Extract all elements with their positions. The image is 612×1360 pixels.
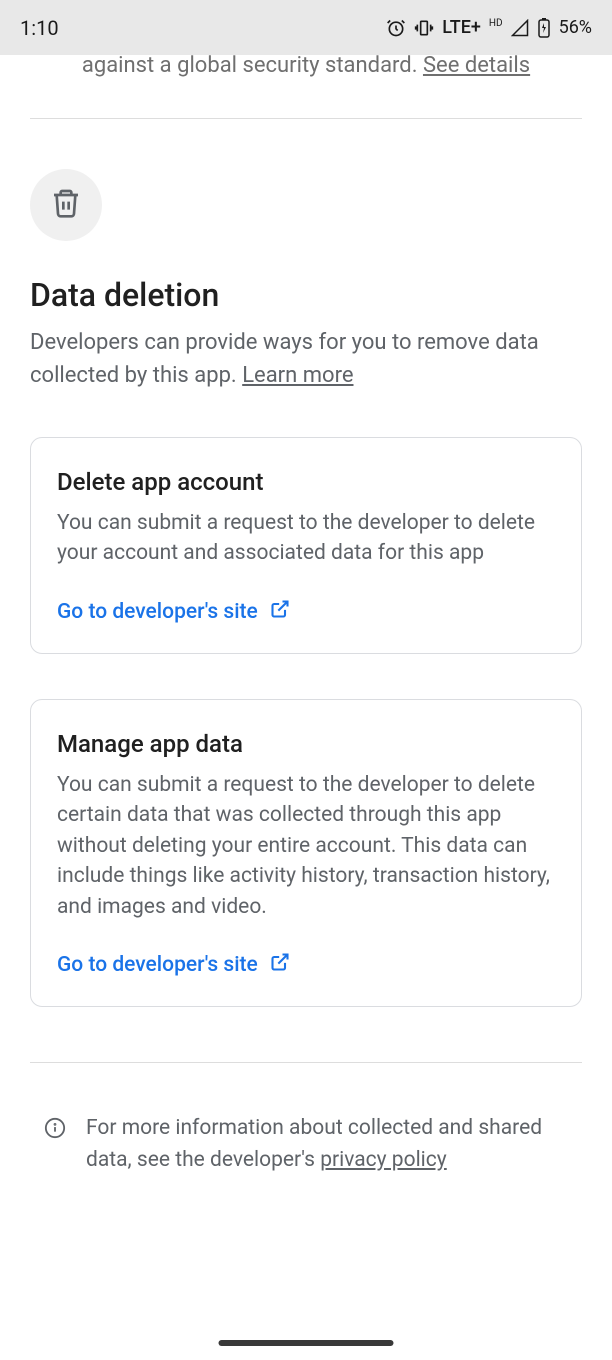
main-content: against a global security standard. See … xyxy=(0,55,612,1360)
trash-icon xyxy=(50,187,82,223)
network-label: LTE+ xyxy=(442,17,481,38)
learn-more-link[interactable]: Learn more xyxy=(242,363,353,388)
developer-site-link[interactable]: Go to developer's site xyxy=(57,952,290,978)
card-description: You can submit a request to the develope… xyxy=(57,770,555,922)
battery-label: 56% xyxy=(559,17,592,38)
home-indicator[interactable] xyxy=(219,1340,394,1346)
external-link-icon xyxy=(270,952,290,978)
footer-info: For more information about collected and… xyxy=(30,1113,582,1176)
manage-data-card: Manage app data You can submit a request… xyxy=(30,699,582,1007)
section-title: Data deletion xyxy=(30,276,582,314)
vibrate-icon xyxy=(414,18,434,38)
battery-icon xyxy=(537,18,551,38)
card-title: Delete app account xyxy=(57,468,555,496)
developer-site-link[interactable]: Go to developer's site xyxy=(57,599,290,625)
divider xyxy=(30,118,582,119)
divider xyxy=(30,1062,582,1063)
status-time: 1:10 xyxy=(20,16,59,40)
footer-text: For more information about collected and… xyxy=(86,1113,568,1176)
privacy-policy-link[interactable]: privacy policy xyxy=(320,1148,447,1172)
card-title: Manage app data xyxy=(57,730,555,758)
info-icon xyxy=(44,1117,66,1143)
delete-account-card: Delete app account You can submit a requ… xyxy=(30,437,582,654)
network-sub-label: HD xyxy=(489,18,503,29)
signal-icon xyxy=(511,19,529,37)
status-bar: 1:10 LTE+ HD 56% xyxy=(0,0,612,55)
see-details-link[interactable]: See details xyxy=(423,55,530,78)
status-right: LTE+ HD 56% xyxy=(386,17,592,38)
section-description: Developers can provide ways for you to r… xyxy=(30,326,582,392)
alarm-icon xyxy=(386,18,406,38)
partial-prev-section: against a global security standard. See … xyxy=(30,55,582,88)
section-icon-circle xyxy=(30,169,102,241)
card-description: You can submit a request to the develope… xyxy=(57,508,555,569)
external-link-icon xyxy=(270,599,290,625)
